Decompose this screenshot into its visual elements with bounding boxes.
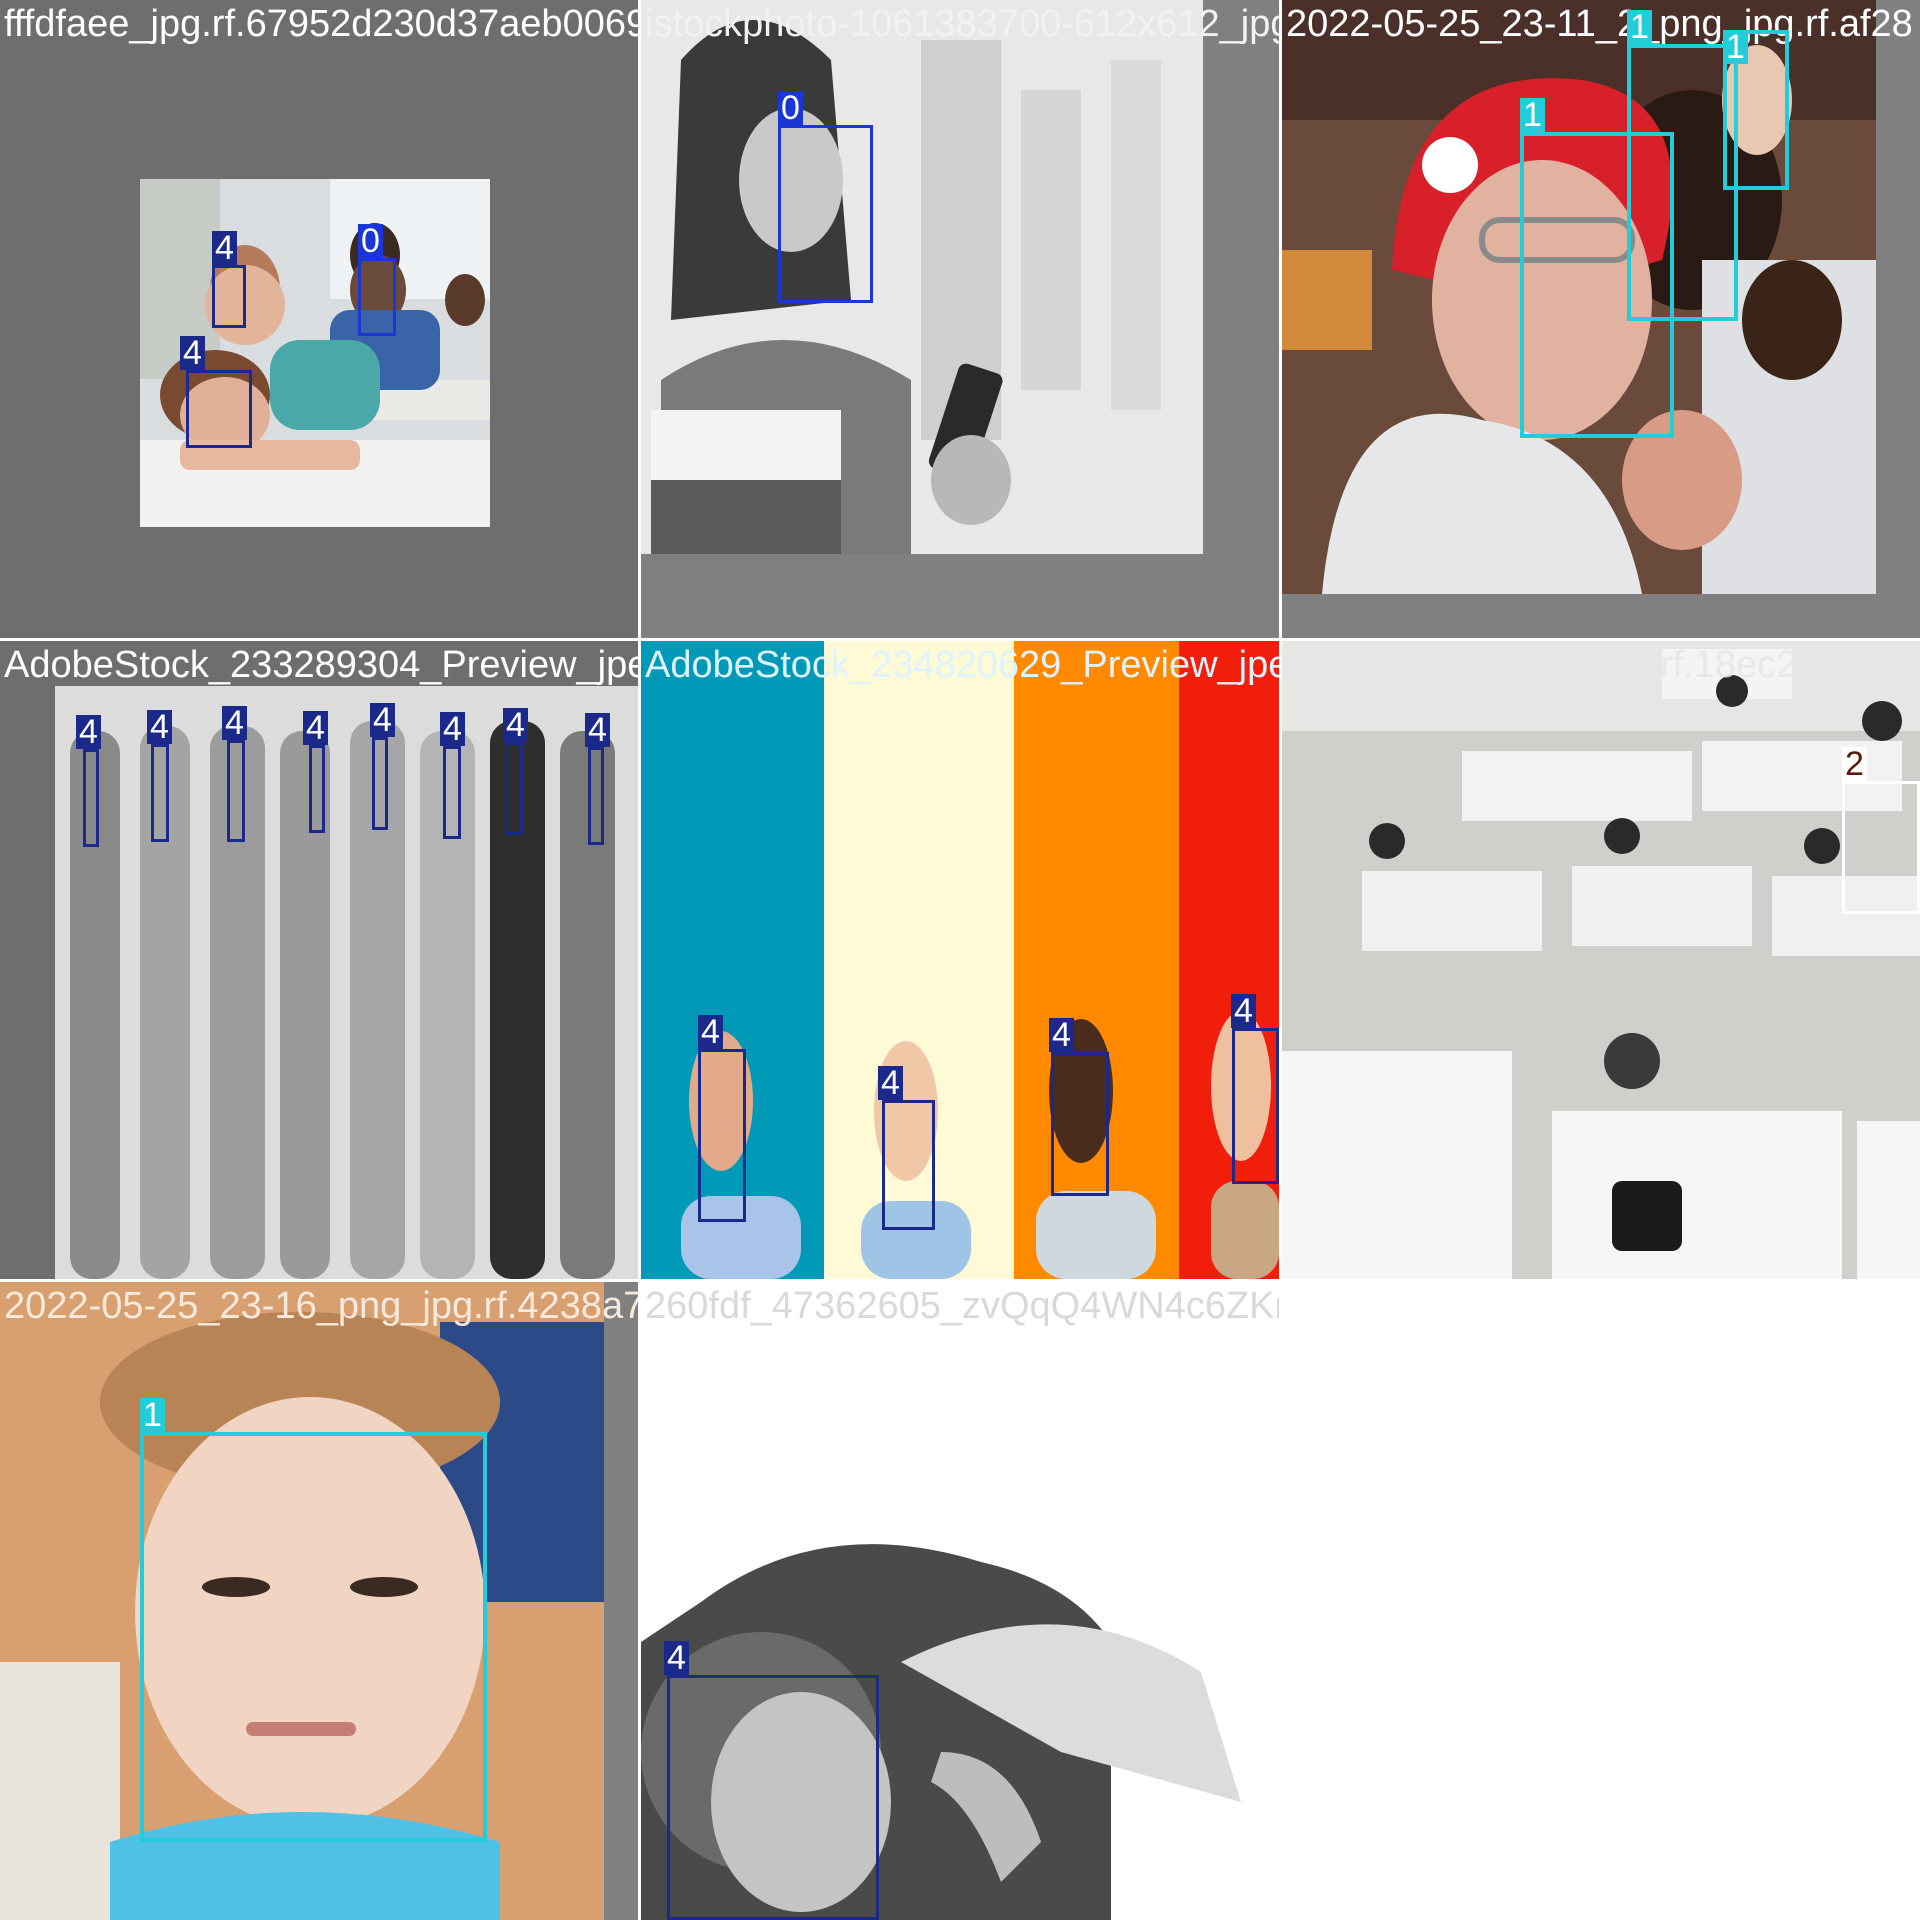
tile-4-box-3 [227, 740, 245, 842]
tile-1-box-1 [212, 265, 246, 328]
tile-3: 2022-05-25_23-11_2_png_jpg.rf.af28 1 1 1 [1282, 0, 1920, 638]
tile-4-box-4 [309, 745, 325, 833]
tile-4-box-3-tag: 4 [222, 706, 247, 740]
tile-1-box-1-tag: 4 [212, 231, 237, 265]
tile-7-box-1 [140, 1432, 487, 1842]
tile-3-box-2-tag: 1 [1723, 30, 1748, 64]
tile-4-box-7-tag: 4 [503, 708, 528, 742]
tile-4-box-1-tag: 4 [76, 715, 101, 749]
tile-4-box-2 [151, 744, 169, 842]
tile-5-box-3 [1051, 1052, 1109, 1196]
tile-7: 2022-05-25_23-16_png_jpg.rf.4238a7 1 [0, 1282, 638, 1920]
tile-4-box-6 [443, 746, 461, 839]
tile-4-box-1 [83, 749, 99, 847]
tile-3-box-3 [1520, 132, 1674, 438]
tile-4-box-8-tag: 4 [585, 713, 610, 747]
tile-1-box-2-tag: 0 [358, 224, 383, 258]
tile-1-box-3-tag: 4 [180, 336, 205, 370]
tile-3-box-1-tag: 1 [1627, 10, 1652, 44]
tile-1: fffdfaee_jpg.rf.67952d230d37aeb0069 4 0 … [0, 0, 638, 638]
tile-5: AdobeStock_234820629_Preview_jpeg_jpg 4 … [641, 641, 1279, 1279]
tile-3-caption: 2022-05-25_23-11_2_png_jpg.rf.af28 [1286, 3, 1913, 45]
tile-2-box-1-tag: 0 [778, 91, 803, 125]
tile-8: 260fdf_47362605_zvQqQ4WN4c6ZKrzuTG9BarO0… [641, 1282, 1279, 1920]
tile-4: AdobeStock_233289304_Preview_jpeg_jpg 4 … [0, 641, 638, 1279]
tile-5-box-2-tag: 4 [878, 1066, 903, 1100]
tile-4-box-5 [372, 737, 388, 830]
tile-5-box-1-tag: 4 [698, 1015, 723, 1049]
tile-5-box-4 [1232, 1028, 1279, 1184]
tile-8-caption: 260fdf_47362605_zvQqQ4WN4c6ZKrzuTG9BarO0… [645, 1285, 1279, 1327]
tile-2-image [641, 0, 1203, 554]
tile-4-caption: AdobeStock_233289304_Preview_jpeg_jpg [4, 644, 638, 686]
tile-1-box-2 [358, 258, 396, 336]
tile-4-box-5-tag: 4 [370, 703, 395, 737]
tile-1-caption: fffdfaee_jpg.rf.67952d230d37aeb0069 [4, 3, 638, 45]
tile-2-caption: istockphoto-1061383700-612x612_jpg [645, 3, 1279, 45]
tile-4-box-7 [505, 742, 523, 835]
tile-4-box-2-tag: 4 [147, 710, 172, 744]
tile-2: istockphoto-1061383700-612x612_jpg 0 [641, 0, 1279, 638]
tile-6-box-1-tag: 2 [1842, 747, 1867, 781]
tile-7-box-1-tag: 1 [140, 1398, 165, 1432]
tile-3-box-3-tag: 1 [1520, 98, 1545, 132]
tile-5-box-4-tag: 4 [1231, 994, 1256, 1028]
tile-4-box-6-tag: 4 [440, 712, 465, 746]
tile-8-box-1-tag: 4 [664, 1641, 689, 1675]
tile-4-box-8 [588, 747, 604, 845]
tile-2-box-1 [778, 125, 873, 303]
tile-6-box-1 [1842, 781, 1920, 914]
detection-mosaic: fffdfaee_jpg.rf.67952d230d37aeb0069 4 0 … [0, 0, 1920, 1920]
tile-1-box-3 [186, 370, 252, 448]
tile-5-box-1 [698, 1049, 746, 1222]
tile-6: sample_1_26675_jpg.rf.18ec21061db 2 [1282, 641, 1920, 1279]
tile-4-box-4-tag: 4 [303, 711, 328, 745]
tile-8-box-1 [667, 1675, 879, 1920]
tile-5-caption: AdobeStock_234820629_Preview_jpeg_jpg [645, 644, 1279, 686]
tile-5-box-3-tag: 4 [1049, 1018, 1074, 1052]
tile-1-image [140, 179, 490, 527]
tile-6-image [1282, 641, 1920, 1279]
tile-9-empty [1282, 1282, 1920, 1920]
tile-7-caption: 2022-05-25_23-16_png_jpg.rf.4238a7 [4, 1285, 638, 1327]
tile-6-caption: sample_1_26675_jpg.rf.18ec21061db [1286, 644, 1920, 686]
tile-5-box-2 [882, 1100, 935, 1230]
